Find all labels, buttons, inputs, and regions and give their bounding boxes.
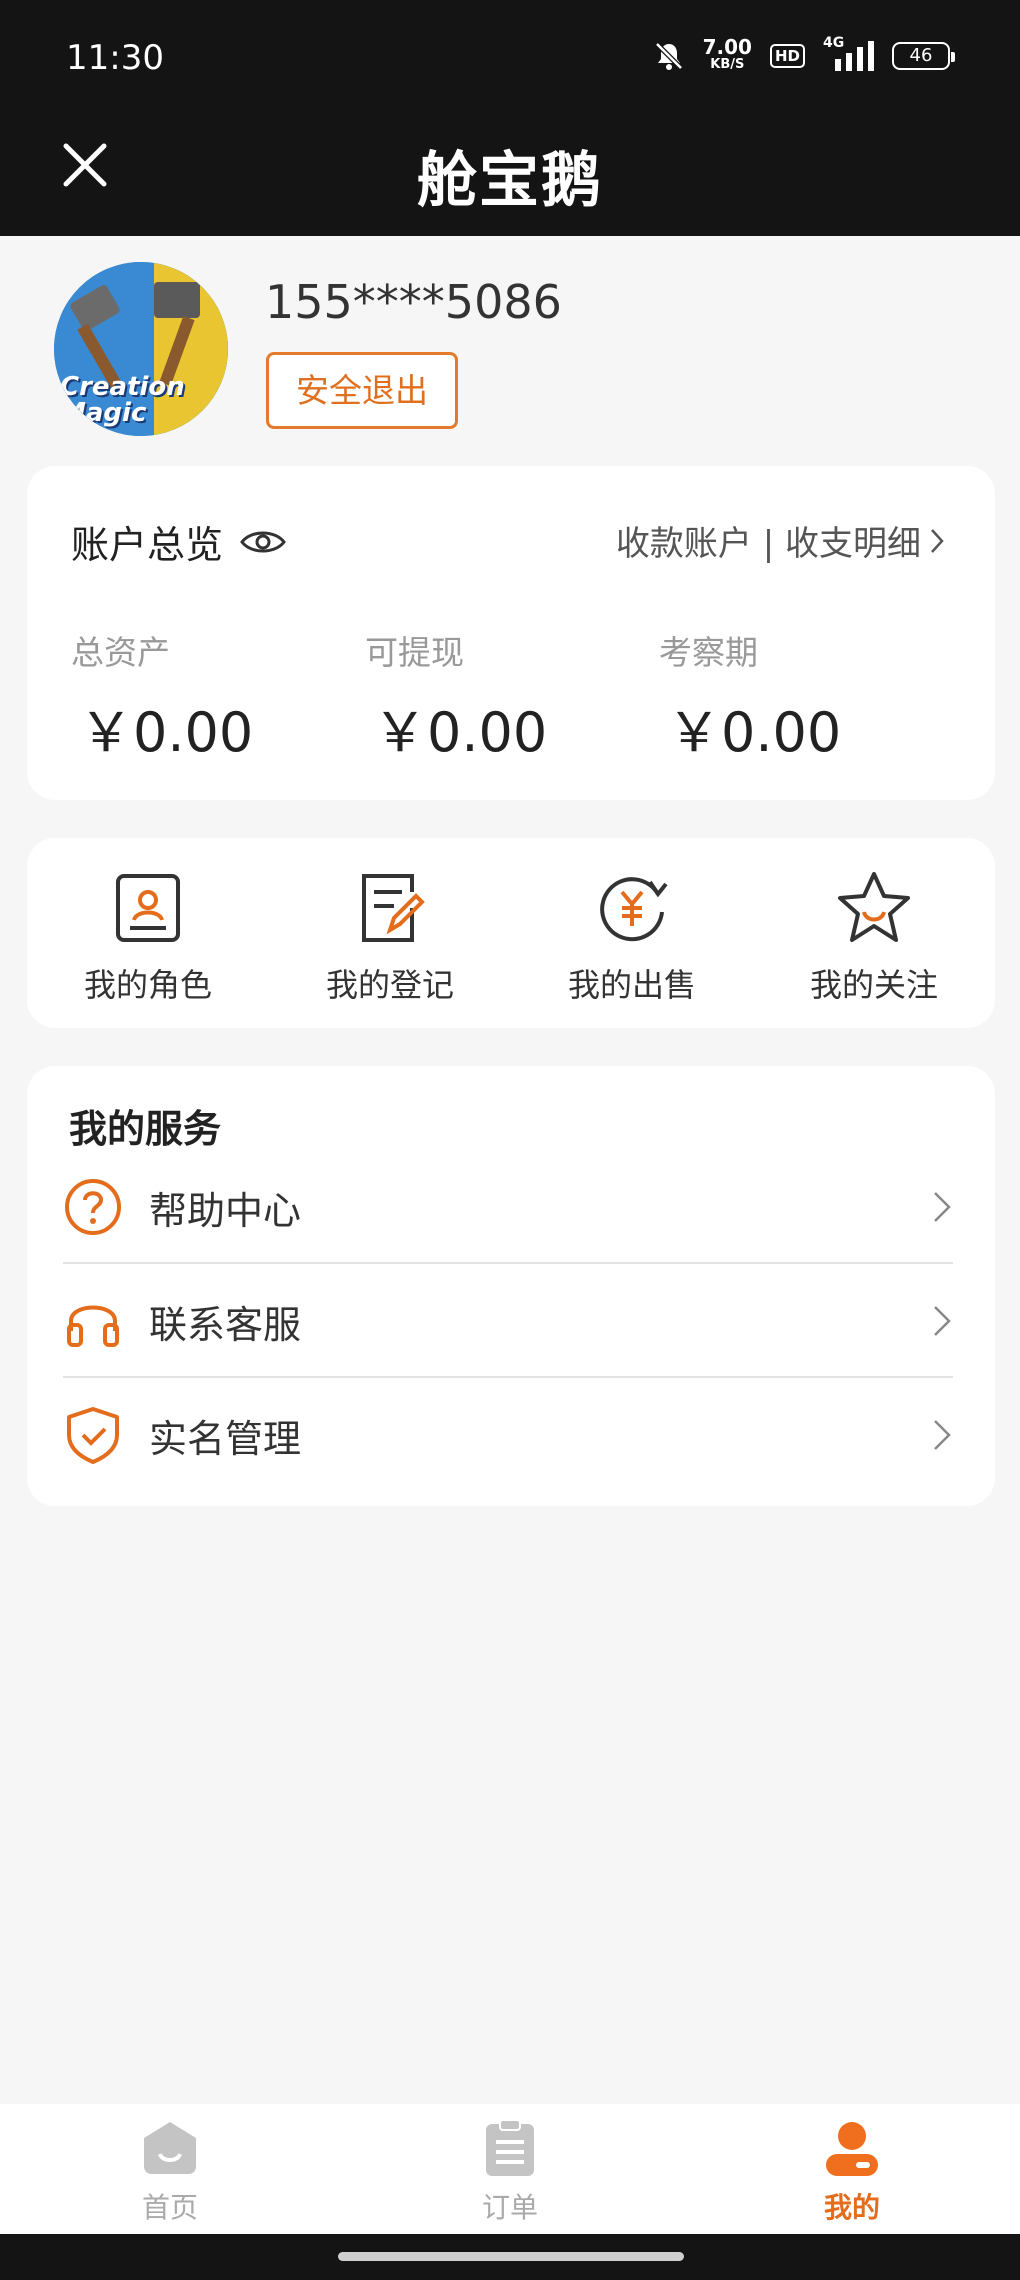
services-title: 我的服务 xyxy=(69,1107,222,1151)
sale-icon xyxy=(600,877,668,942)
service-real-name[interactable]: 实名管理 xyxy=(63,1378,953,1492)
headset-icon xyxy=(67,1305,119,1347)
hd-badge: HD xyxy=(769,44,805,68)
account-links[interactable]: 收款账户 | 收支明细 xyxy=(616,516,947,565)
status-icons: 7.00 KB/S HD 4G 46 xyxy=(653,35,955,74)
service-contact-support[interactable]: 联系客服 xyxy=(63,1264,953,1378)
status-bar: 11:30 7.00 KB/S HD 4G 46 xyxy=(0,0,1020,90)
tab-mine[interactable]: 我的 xyxy=(752,2118,952,2226)
tab-home[interactable]: 首页 xyxy=(70,2118,270,2226)
bottom-tab-bar: 首页 订单 我的 xyxy=(0,2104,1020,2234)
stat-total-assets: 总资产 ￥0.00 xyxy=(71,633,254,764)
role-icon xyxy=(116,874,180,942)
avatar-text: Creation Magic xyxy=(60,372,185,428)
tab-orders[interactable]: 订单 xyxy=(410,2118,610,2226)
account-overview-title: 账户总览 xyxy=(71,514,287,569)
shield-check-icon xyxy=(67,1407,119,1464)
app-header: 舱宝鹅 xyxy=(0,90,1020,236)
service-help-center[interactable]: 帮助中心 xyxy=(63,1150,953,1264)
shortcut-my-follow[interactable]: 我的关注 xyxy=(753,868,995,1006)
shortcuts-card: 我的角色 我的登记 我的出售 我的关注 xyxy=(27,838,995,1028)
battery-icon: 46 xyxy=(892,42,955,70)
home-icon xyxy=(144,2122,196,2174)
order-icon xyxy=(486,2119,534,2176)
account-overview-card: 账户总览 收款账户 | 收支明细 总资产 ￥0.00 可提现 ￥0.00 考察期… xyxy=(27,466,995,800)
chevron-right-icon xyxy=(934,1306,951,1336)
help-icon xyxy=(65,1179,121,1235)
stat-withdrawable: 可提现 ￥0.00 xyxy=(365,633,548,764)
register-icon xyxy=(362,874,425,942)
logout-button[interactable]: 安全退出 xyxy=(266,352,458,429)
user-phone: 155****5086 xyxy=(265,275,562,329)
mute-bell-icon xyxy=(654,42,683,70)
shortcut-my-sale[interactable]: 我的出售 xyxy=(511,868,753,1006)
user-icon xyxy=(826,2122,878,2176)
star-icon xyxy=(838,872,910,942)
net-speed: 7.00 KB/S xyxy=(702,35,752,72)
eye-icon[interactable] xyxy=(239,527,287,557)
avatar[interactable]: Creation Magic xyxy=(54,262,228,436)
system-home-bar xyxy=(0,2234,1020,2280)
shortcut-my-role[interactable]: 我的角色 xyxy=(27,868,269,1006)
home-indicator[interactable] xyxy=(338,2252,684,2261)
status-time: 11:30 xyxy=(66,38,164,78)
services-card: 我的服务 帮助中心 联系客服 实名管理 xyxy=(27,1066,995,1506)
page-title: 舱宝鹅 xyxy=(417,146,603,216)
signal-icon: 4G xyxy=(823,35,874,71)
chevron-right-icon xyxy=(934,1420,951,1450)
shortcut-my-register[interactable]: 我的登记 xyxy=(269,868,511,1006)
chevron-right-icon xyxy=(934,1192,951,1222)
stat-probation: 考察期 ￥0.00 xyxy=(659,633,842,764)
chevron-right-icon xyxy=(931,528,944,553)
